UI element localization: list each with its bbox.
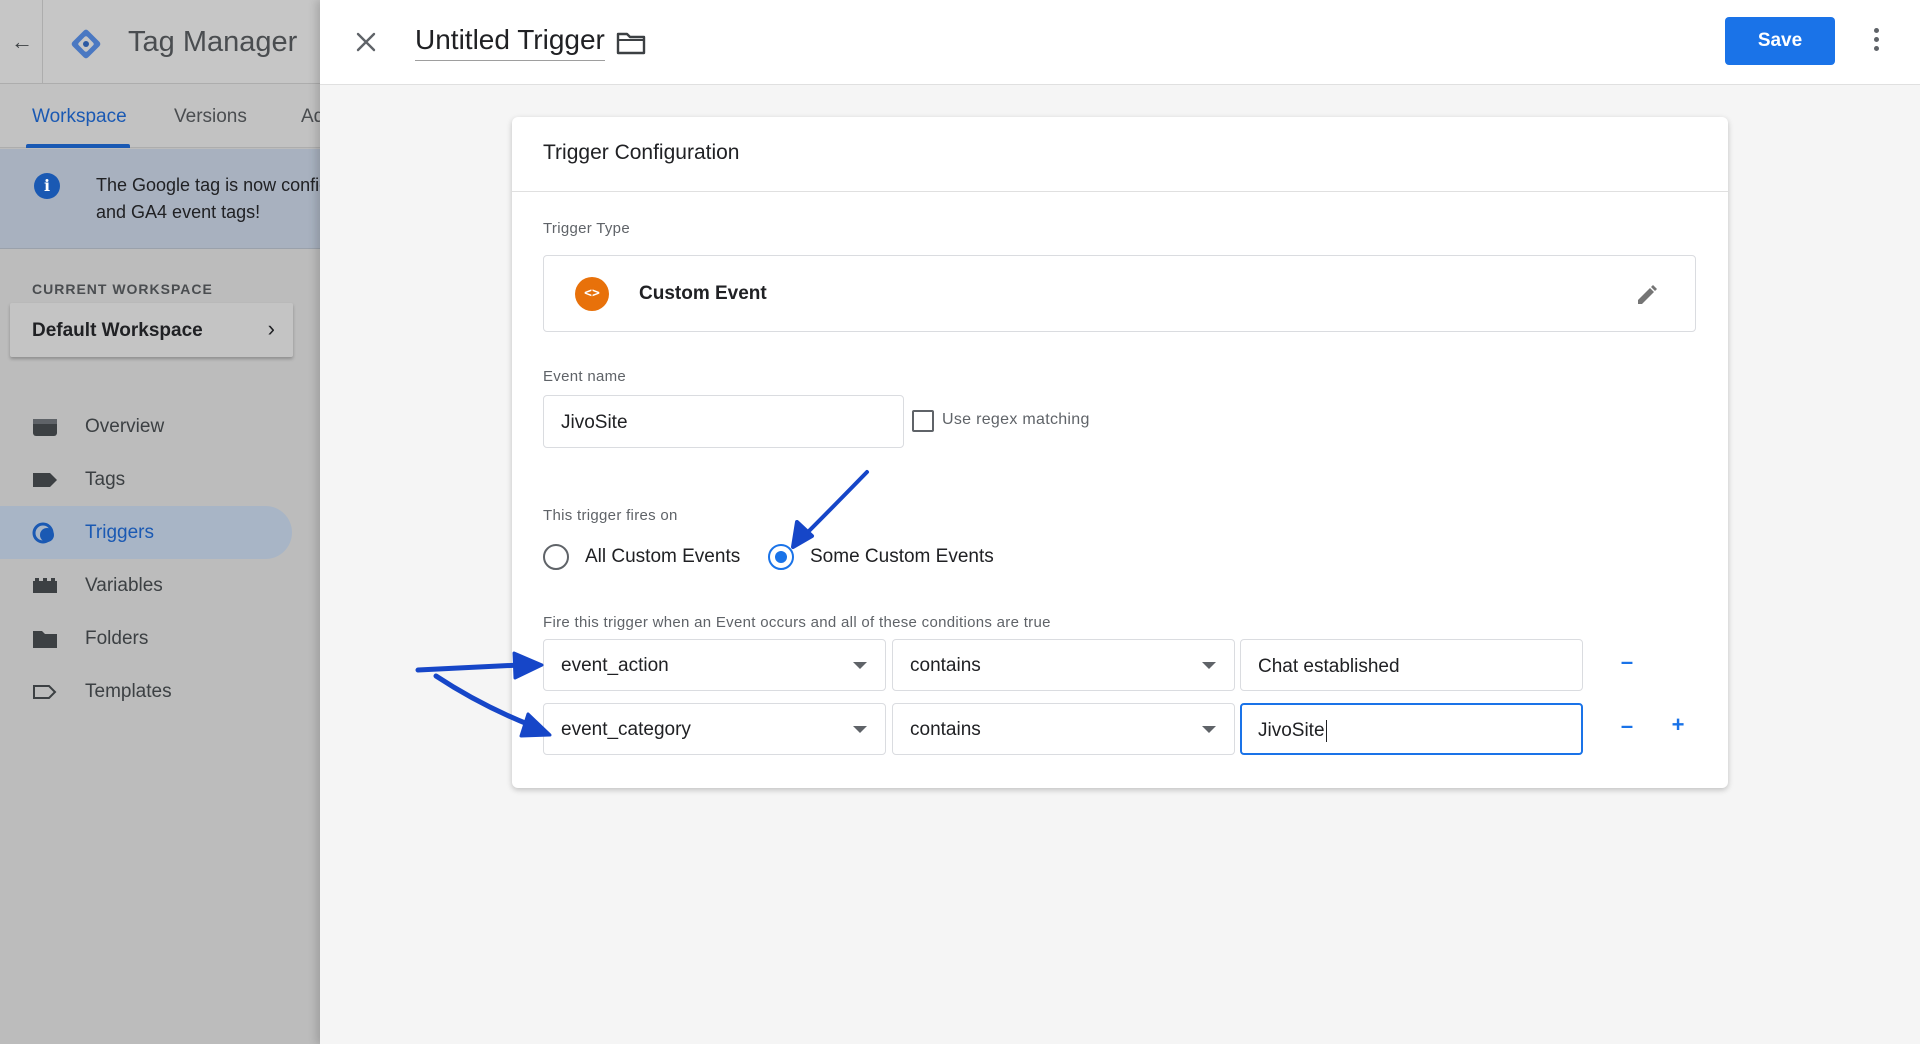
condition-value-input[interactable]: Chat established: [1240, 639, 1583, 691]
event-name-input[interactable]: JivoSite: [543, 395, 904, 448]
condition-variable-select[interactable]: event_action: [543, 639, 886, 691]
card-title: Trigger Configuration: [543, 141, 740, 164]
select-value: contains: [910, 719, 981, 740]
trigger-type-selector[interactable]: <> Custom Event: [543, 255, 1696, 332]
remove-condition-button[interactable]: –: [1616, 713, 1638, 739]
dropdown-arrow-icon: [853, 726, 867, 733]
trigger-icon: [32, 522, 54, 544]
back-arrow-icon[interactable]: ←: [8, 28, 36, 56]
tab-admin[interactable]: Admin: [301, 106, 320, 128]
sidebar-item-label: Folders: [85, 628, 149, 649]
select-value: event_category: [561, 719, 691, 740]
input-value: JivoSite: [1258, 720, 1327, 742]
sidebar-item-label: Templates: [85, 681, 172, 702]
overview-icon: [33, 419, 57, 436]
workspace-name: Default Workspace: [32, 320, 203, 341]
folder-icon[interactable]: [616, 30, 646, 56]
close-icon[interactable]: [350, 26, 382, 58]
condition-operator-select[interactable]: contains: [892, 703, 1235, 755]
app-header: ← Tag Manager: [0, 0, 320, 84]
fires-on-label: This trigger fires on: [543, 507, 678, 524]
radio-some-custom-events-label: Some Custom Events: [810, 546, 994, 567]
trigger-type-name: Custom Event: [639, 283, 767, 304]
event-name-label: Event name: [543, 368, 627, 385]
input-text: JivoSite: [1258, 720, 1325, 742]
template-icon: [33, 685, 57, 699]
regex-checkbox[interactable]: [912, 410, 934, 432]
workspace-tabs: Workspace Versions Admin: [0, 84, 320, 148]
save-button[interactable]: Save: [1725, 17, 1835, 65]
text-caret: [1325, 720, 1327, 742]
chevron-right-icon: ›: [267, 316, 275, 341]
select-value: event_action: [561, 655, 669, 676]
trigger-name-input[interactable]: Untitled Trigger: [415, 24, 605, 61]
event-name-value: JivoSite: [561, 412, 628, 433]
condition-value-input[interactable]: JivoSite: [1240, 703, 1583, 755]
editor-header: Untitled Trigger Save: [320, 0, 1920, 85]
trigger-type-label: Trigger Type: [543, 220, 630, 237]
sidebar-item-label: Variables: [85, 575, 163, 596]
active-tab-indicator: [26, 144, 130, 148]
radio-all-custom-events-label: All Custom Events: [585, 546, 741, 567]
sidebar-item-templates[interactable]: Templates: [0, 665, 320, 718]
app-shell: ← Tag Manager Workspace Versions Admin i…: [0, 0, 320, 1044]
sidebar-item-tags[interactable]: Tags: [0, 453, 320, 506]
workspace-selector[interactable]: Default Workspace ›: [10, 303, 293, 357]
custom-event-icon: <>: [575, 277, 609, 311]
info-notice: i The Google tag is now configured via G…: [0, 149, 320, 249]
select-value: contains: [910, 655, 981, 676]
sidebar-item-label: Tags: [85, 469, 126, 490]
variables-icon: [33, 578, 57, 593]
condition-variable-select[interactable]: event_category: [543, 703, 886, 755]
conditions-label: Fire this trigger when an Event occurs a…: [543, 614, 1051, 631]
input-value: Chat established: [1258, 656, 1400, 677]
tag-icon: [33, 473, 57, 487]
regex-checkbox-label: Use regex matching: [942, 411, 1090, 428]
radio-some-custom-events[interactable]: [768, 544, 794, 570]
dropdown-arrow-icon: [1202, 726, 1216, 733]
folder-icon: [33, 631, 57, 648]
info-icon: i: [34, 173, 60, 199]
pencil-icon[interactable]: [1633, 280, 1661, 308]
tab-workspace[interactable]: Workspace: [32, 106, 127, 128]
remove-condition-button[interactable]: –: [1616, 649, 1638, 675]
add-condition-button[interactable]: +: [1667, 712, 1689, 738]
sidebar-nav: Overview Tags Triggers Variables Folders…: [0, 400, 320, 718]
current-workspace-label: CURRENT WORKSPACE: [32, 281, 213, 297]
divider: [42, 0, 43, 84]
condition-operator-select[interactable]: contains: [892, 639, 1235, 691]
trigger-configuration-card: Trigger Configuration Trigger Type <> Cu…: [512, 117, 1728, 788]
card-header: Trigger Configuration: [512, 117, 1728, 192]
notice-text: The Google tag is now configured via Goo…: [96, 175, 320, 222]
more-vert-icon[interactable]: [1870, 28, 1882, 56]
tab-versions[interactable]: Versions: [174, 106, 247, 128]
dropdown-arrow-icon: [853, 662, 867, 669]
sidebar-item-variables[interactable]: Variables: [0, 559, 320, 612]
sidebar-item-triggers[interactable]: Triggers: [0, 506, 292, 559]
sidebar-item-label: Overview: [85, 416, 165, 437]
sidebar-item-overview[interactable]: Overview: [0, 400, 320, 453]
sidebar-item-label: Triggers: [85, 522, 154, 543]
app-title: Tag Manager: [128, 26, 298, 58]
dropdown-arrow-icon: [1202, 662, 1216, 669]
tag-manager-logo-icon: [71, 29, 101, 59]
sidebar-item-folders[interactable]: Folders: [0, 612, 320, 665]
trigger-editor-panel: Untitled Trigger Save Trigger Configurat…: [320, 0, 1920, 1044]
radio-all-custom-events[interactable]: [543, 544, 569, 570]
